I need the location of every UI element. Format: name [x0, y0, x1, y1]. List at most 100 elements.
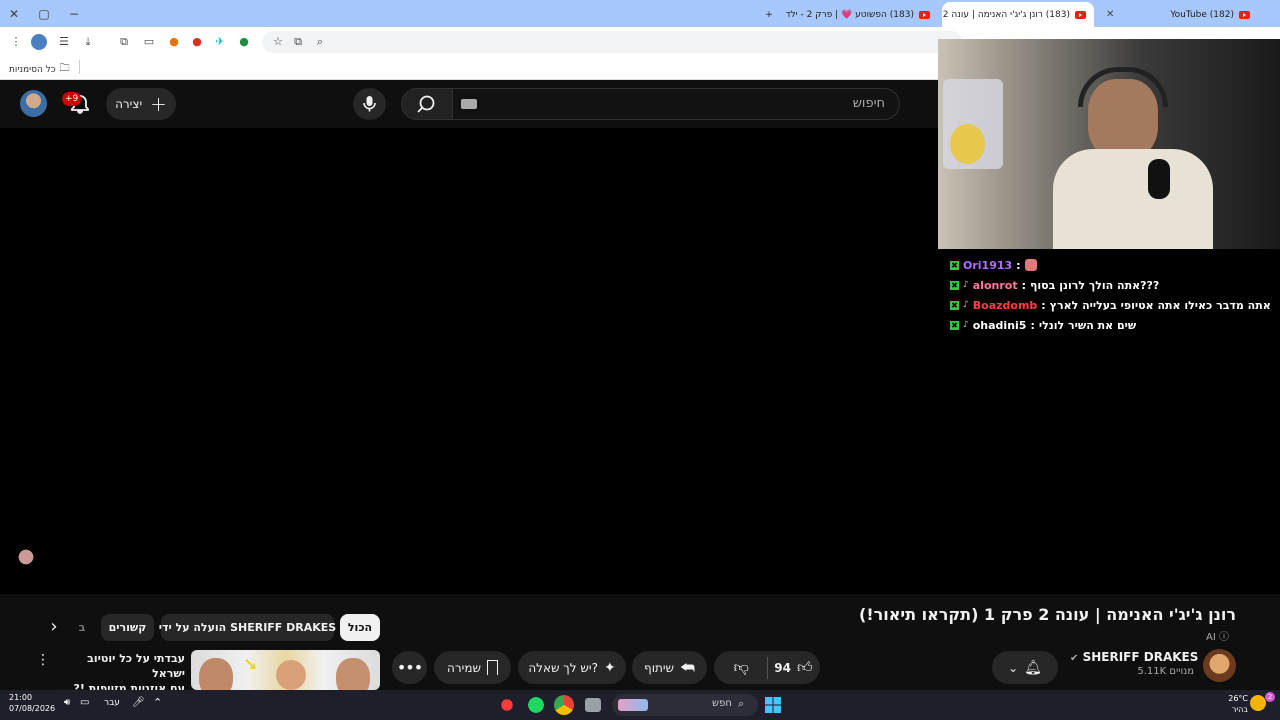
weather-desc: בהיר: [1231, 705, 1248, 714]
keyboard-language[interactable]: עבר: [104, 698, 120, 708]
search-highlight-icon: [618, 699, 648, 711]
folder-icon: 🗀: [59, 63, 70, 74]
chat-badge-icon: ✖: [950, 260, 959, 270]
bookmark-star-icon[interactable]: ☆: [270, 34, 286, 50]
channel-name[interactable]: SHERIFF DRAKES: [1083, 650, 1199, 664]
clock[interactable]: 21:00 07/08/2026: [9, 692, 55, 714]
all-bookmarks-label: כל הסימניות: [9, 64, 56, 75]
recommended-thumbnail[interactable]: ➘: [191, 650, 380, 690]
thumbnail-face-right: [336, 658, 370, 690]
weather-widget[interactable]: 26°C בהיר: [1226, 693, 1248, 715]
picture-in-picture-icon[interactable]: ⧉: [290, 34, 306, 50]
extension-green-icon[interactable]: ●: [236, 34, 252, 50]
share-button[interactable]: שיתוף ⮪: [632, 651, 707, 684]
chrome-icon[interactable]: [554, 695, 574, 715]
webcam-microphone: [1148, 159, 1170, 199]
channel-info[interactable]: ✔ SHERIFF DRAKES 5.11K מנויים: [1070, 650, 1198, 677]
volume-icon[interactable]: 🔊︎: [64, 697, 70, 708]
more-actions-button[interactable]: •••: [392, 651, 427, 684]
voice-search-button[interactable]: [353, 88, 386, 120]
taskbar-search[interactable]: חפש ⌕: [612, 694, 758, 716]
chip-all[interactable]: הכול: [340, 614, 380, 641]
zoom-icon[interactable]: ⌕: [312, 34, 328, 50]
download-icon[interactable]: ⤓: [80, 34, 96, 50]
minimize-window-icon[interactable]: −: [65, 5, 83, 23]
account-avatar[interactable]: [20, 90, 47, 117]
verified-icon: ✔: [1070, 653, 1079, 664]
playlist-icon[interactable]: ☰: [56, 34, 72, 50]
chip-uploaded-by[interactable]: הועלה על ידי SHERIFF DRAKES: [159, 614, 336, 641]
network-icon[interactable]: ▭: [80, 697, 89, 708]
keyboard-icon[interactable]: [461, 99, 477, 109]
ask-label: יש לך שאלה?: [528, 660, 598, 675]
chat-line: ✖ Ori1913 :: [950, 256, 1037, 274]
extension-orange-icon[interactable]: ●: [166, 34, 182, 50]
windows-start-icon[interactable]: [763, 695, 783, 715]
taskbar-mic-icon[interactable]: 🎤︎: [132, 697, 145, 708]
search-placeholder: חיפוש: [852, 96, 885, 111]
chat-message: ???אתה הולך לרונן בסוף: [1029, 278, 1160, 292]
weather-badge: 2: [1265, 692, 1275, 702]
close-tab-icon[interactable]: ✕: [1106, 9, 1114, 20]
menu-dots-icon[interactable]: ⋮: [8, 34, 24, 50]
thumbnail-face-center: [276, 660, 306, 690]
webcam-headphones: [1078, 67, 1168, 107]
extensions-icon[interactable]: ⧉: [116, 34, 132, 50]
taskbar-search-label: חפש: [712, 698, 732, 709]
translate-icon[interactable]: ✈: [212, 34, 228, 50]
tray-chevron-up-icon[interactable]: ⌃: [153, 696, 162, 709]
maximize-window-icon[interactable]: ▢: [35, 5, 53, 23]
all-bookmarks-folder[interactable]: כל הסימניות 🗀: [9, 61, 70, 78]
file-explorer-icon[interactable]: [585, 698, 601, 712]
ai-badge[interactable]: AI ⓘ: [1206, 628, 1229, 643]
profile-icon[interactable]: [31, 34, 47, 50]
dislike-icon[interactable]: 👎︎: [721, 658, 761, 677]
new-tab-button[interactable]: +: [760, 2, 778, 27]
search-button[interactable]: [401, 88, 453, 120]
tab-youtube-home[interactable]: (182) YouTube ✕: [1098, 2, 1258, 27]
address-bar[interactable]: ☆ ⧉ ⌕: [262, 31, 962, 53]
chat-line: ✖ ♪ Boazdomb : אתה מדבר כאילו אתה אטיופי…: [950, 296, 1271, 314]
search-icon: [417, 95, 435, 113]
chat-badge-icon: ✖: [950, 300, 959, 310]
chat-line: ✖ ♪ ohadini5 : שים את השיר לונלי: [950, 316, 1136, 334]
spotify-icon[interactable]: [526, 695, 546, 715]
chips-next-arrow-icon[interactable]: ›: [44, 617, 64, 639]
save-button[interactable]: שמירה: [434, 651, 511, 684]
youtube-favicon-icon: [1075, 10, 1086, 19]
video-menu-dots-icon[interactable]: ⋮: [36, 652, 50, 668]
tab-video-active[interactable]: (183) רונן ג'יג'י האנימה | עונה 2: [942, 2, 1094, 27]
chat-badge-icon: ✖: [950, 280, 959, 290]
subscribed-button[interactable]: ⌄ 🔔︎: [992, 651, 1058, 684]
thumbnail-face-left: [199, 658, 233, 690]
like-icon[interactable]: 👍︎: [797, 658, 813, 677]
streamer-emote-icon: [10, 545, 42, 575]
channel-avatar[interactable]: [1203, 649, 1236, 682]
extension-red-icon[interactable]: ●: [189, 34, 205, 50]
chat-username: ohadini5: [972, 318, 1027, 332]
subscriber-count: 5.11K מנויים: [1137, 666, 1194, 677]
chip-related[interactable]: קשורים: [101, 614, 154, 641]
like-count[interactable]: 94: [774, 661, 791, 675]
search-input[interactable]: חיפוש: [453, 88, 900, 120]
save-label: שמירה: [447, 660, 481, 675]
create-button[interactable]: + יצירה: [106, 88, 176, 120]
share-arrow-icon: ⮪: [680, 657, 695, 677]
ask-question-button[interactable]: יש לך שאלה? ✦: [518, 651, 626, 684]
chat-username: Boazdomb: [972, 298, 1038, 312]
tab-video-2[interactable]: (183) הפשוטע 💗 | פרק 2 - ילד ✕: [782, 2, 938, 27]
chat-separator: :: [1021, 278, 1026, 292]
plus-icon: +: [150, 92, 167, 116]
taskbar-app-red-icon[interactable]: [497, 695, 517, 715]
weather-moon-icon: [1250, 695, 1266, 711]
youtube-favicon-icon: [919, 10, 930, 19]
chevron-down-icon: ⌄: [1008, 660, 1019, 675]
close-window-icon[interactable]: ✕: [5, 5, 23, 23]
chip-partial[interactable]: ב: [72, 614, 92, 641]
cast-icon[interactable]: ▭: [141, 34, 157, 50]
like-divider: [767, 656, 769, 679]
webcam-overlay: [938, 39, 1280, 249]
ai-label: AI: [1206, 632, 1216, 643]
bookmarks-divider: [79, 60, 80, 74]
tab-title: (182) YouTube: [1170, 9, 1234, 20]
